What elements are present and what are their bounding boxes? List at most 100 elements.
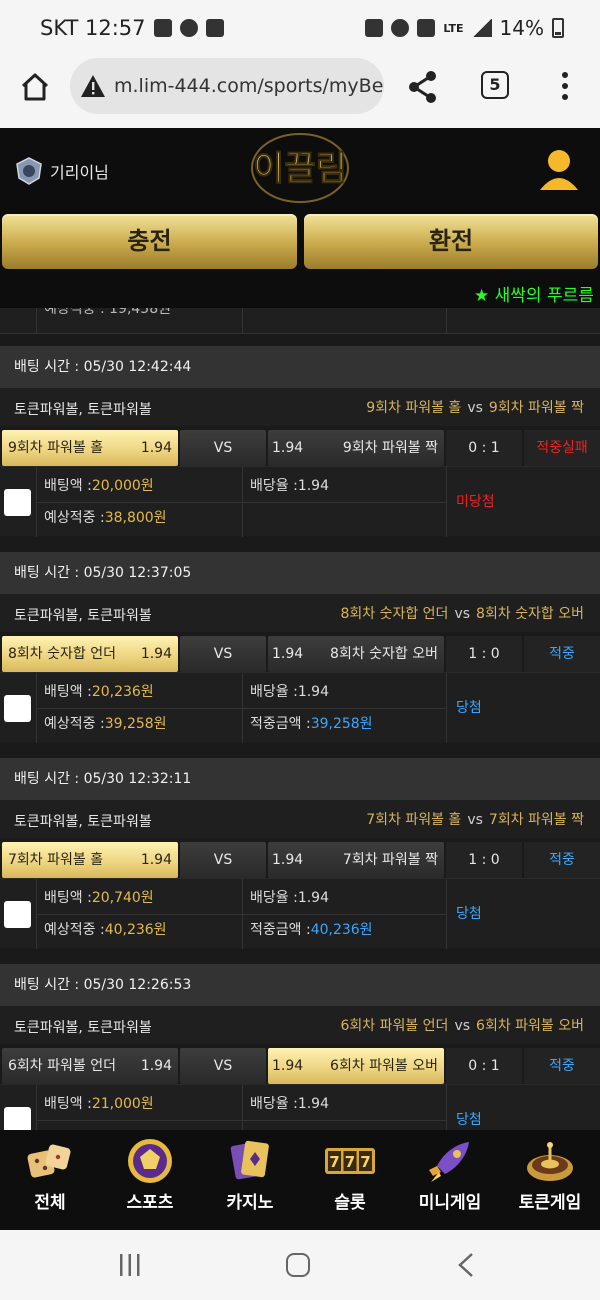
nav-item-soccer-ball[interactable]: 스포츠 <box>100 1130 200 1230</box>
profile-icon[interactable] <box>538 148 580 192</box>
select-checkbox[interactable] <box>4 901 31 928</box>
dice-icon <box>27 1144 71 1178</box>
bet-status: 미당첨 <box>456 494 495 510</box>
expected-label: 예상적중 : <box>44 510 105 526</box>
matchup-vs: vs <box>467 812 483 828</box>
select-checkbox[interactable] <box>4 1107 31 1130</box>
vs-label: VS <box>180 430 266 466</box>
home-option-odds: 1.94 <box>140 852 172 868</box>
share-icon[interactable] <box>408 70 438 104</box>
alert-icon <box>205 19 224 37</box>
rocket-icon <box>429 1142 469 1182</box>
site-header: 기리이님 이끌림 충전 환전 <box>0 128 600 278</box>
charge-button[interactable]: 충전 <box>2 214 297 269</box>
league-name: 토큰파워볼, 토큰파워볼 <box>14 1020 152 1036</box>
nav-item-dice[interactable]: 전체 <box>0 1130 100 1230</box>
nav-item-roulette[interactable]: 토큰게임 <box>500 1130 600 1230</box>
pick-row: 8회차 숫자합 언더 1.94 VS 1.94 8회차 숫자합 오버 1 : 0… <box>0 632 600 672</box>
status-right: LTE 14% <box>365 16 564 40</box>
away-option[interactable]: 1.94 7회차 파워볼 짝 <box>268 842 444 878</box>
matchup: 8회차 숫자합 언더 vs 8회차 숫자합 오버 <box>340 603 584 623</box>
odds-rate: 배당율 :1.94 <box>250 887 329 907</box>
home-option-odds: 1.94 <box>140 440 172 456</box>
back-icon[interactable] <box>456 1252 476 1278</box>
url-text[interactable]: m.lim-444.com/sports/myBet/ <box>114 75 384 97</box>
playing-cards-icon <box>230 1140 269 1180</box>
away-option-odds: 1.94 <box>272 852 304 868</box>
result-badge: 적중 <box>524 636 600 672</box>
user-info[interactable]: 기리이님 <box>14 156 109 186</box>
bet-amount: 배팅액 :20,236원 <box>44 681 154 701</box>
more-menu-icon[interactable] <box>562 72 568 100</box>
bet-amount-label: 배팅액 : <box>44 890 92 906</box>
nav-label: 슬롯 <box>334 1193 366 1213</box>
away-option-odds: 1.94 <box>272 1058 304 1074</box>
url-bar[interactable]: m.lim-444.com/sports/myBet/ <box>70 58 384 114</box>
bet-time: 배팅 시간 : 05/30 12:32:11 <box>0 758 600 800</box>
expected-value: 38,800원 <box>104 510 167 526</box>
away-option-name: 6회차 파워볼 오버 <box>330 1058 438 1074</box>
home-icon[interactable] <box>20 72 50 102</box>
matchup-home: 7회차 파워볼 홀 <box>366 812 462 828</box>
away-option-odds: 1.94 <box>272 646 304 662</box>
bet-detail: 배팅액 :20,740원 예상적중 :40,236원 배당율 :1.94 적중금… <box>0 878 600 949</box>
bet-amount-value: 20,000원 <box>91 478 154 494</box>
bet-status: 당첨 <box>456 700 482 716</box>
away-option-name: 8회차 숫자합 오버 <box>330 646 438 662</box>
battery-percent: 14% <box>499 16 544 40</box>
vs-label: VS <box>180 1048 266 1084</box>
lte-indicator: LTE <box>443 21 464 35</box>
bet-history-list: 예상적중 : 19,458원 배팅 시간 : 05/30 12:42:44 토큰… <box>0 308 600 1130</box>
matchup-away: 6회차 파워볼 오버 <box>476 1018 584 1034</box>
select-checkbox[interactable] <box>4 489 31 516</box>
matchup-home: 8회차 숫자합 언더 <box>340 606 449 622</box>
recent-apps-icon[interactable] <box>118 1254 142 1276</box>
warning-icon[interactable] <box>80 74 106 98</box>
matchup-away: 8회차 숫자합 오버 <box>476 606 584 622</box>
rank-badge-icon <box>16 157 42 185</box>
talk-icon <box>179 19 198 37</box>
away-option-odds: 1.94 <box>272 440 304 456</box>
home-option[interactable]: 7회차 파워볼 홀 1.94 <box>2 842 178 878</box>
result-badge: 적중실패 <box>524 430 600 466</box>
svg-text:7: 7 <box>345 1153 355 1171</box>
pick-row: 9회차 파워볼 홀 1.94 VS 1.94 9회차 파워볼 짝 0 : 1 적… <box>0 426 600 466</box>
home-option-odds: 1.94 <box>140 1058 172 1074</box>
exchange-button[interactable]: 환전 <box>304 214 598 269</box>
matchup-vs: vs <box>467 400 483 416</box>
away-option[interactable]: 1.94 9회차 파워볼 짝 <box>268 430 444 466</box>
won-amount: 적중금액 :40,236원 <box>250 919 373 939</box>
bet-status: 당첨 <box>456 1112 482 1128</box>
away-option[interactable]: 1.94 6회차 파워볼 오버 <box>268 1048 444 1084</box>
matchup-home: 6회차 파워볼 언더 <box>340 1018 449 1034</box>
nav-label: 미니게임 <box>418 1193 482 1213</box>
status-bar: SKT 12:57 LTE 14% <box>0 0 600 58</box>
bet-amount-label: 배팅액 : <box>44 1096 92 1112</box>
home-option[interactable]: 9회차 파워볼 홀 1.94 <box>2 430 178 466</box>
browser-toolbar: m.lim-444.com/sports/myBet/ 5 <box>0 58 600 128</box>
expected-win: 예상적중 :40,236원 <box>44 919 167 939</box>
carrier-time: SKT 12:57 <box>40 16 146 40</box>
away-option[interactable]: 1.94 8회차 숫자합 오버 <box>268 636 444 672</box>
bottom-game-nav: 전체 스포츠 카지노 7 7 7 슬롯 미니게임 토큰게임 <box>0 1130 600 1230</box>
site-logo[interactable]: 이끌림 <box>248 130 352 206</box>
home-option[interactable]: 6회차 파워볼 언더 1.94 <box>2 1048 178 1084</box>
away-option-name: 7회차 파워볼 짝 <box>342 852 438 868</box>
home-option-name: 8회차 숫자합 언더 <box>8 646 116 662</box>
matchup: 9회차 파워볼 홀 vs 9회차 파워볼 짝 <box>366 397 584 417</box>
notice-marquee: ★ 새싹의 푸르름 <box>0 278 600 308</box>
nav-item-rocket[interactable]: 미니게임 <box>400 1130 500 1230</box>
rate-value: 1.94 <box>297 478 329 494</box>
rate-label: 배당율 : <box>250 1096 298 1112</box>
select-checkbox[interactable] <box>4 695 31 722</box>
away-option-name: 9회차 파워볼 짝 <box>342 440 438 456</box>
rate-label: 배당율 : <box>250 684 298 700</box>
bet-time: 배팅 시간 : 05/30 12:42:44 <box>0 346 600 388</box>
nav-item-playing-cards[interactable]: 카지노 <box>200 1130 300 1230</box>
tab-count-button[interactable]: 5 <box>481 71 509 99</box>
game-score: 0 : 1 <box>446 1048 522 1084</box>
home-nav-icon[interactable] <box>286 1253 310 1277</box>
home-option[interactable]: 8회차 숫자합 언더 1.94 <box>2 636 178 672</box>
nav-item-slot-777[interactable]: 7 7 7 슬롯 <box>300 1130 400 1230</box>
odds-rate: 배당율 :1.94 <box>250 1093 329 1113</box>
